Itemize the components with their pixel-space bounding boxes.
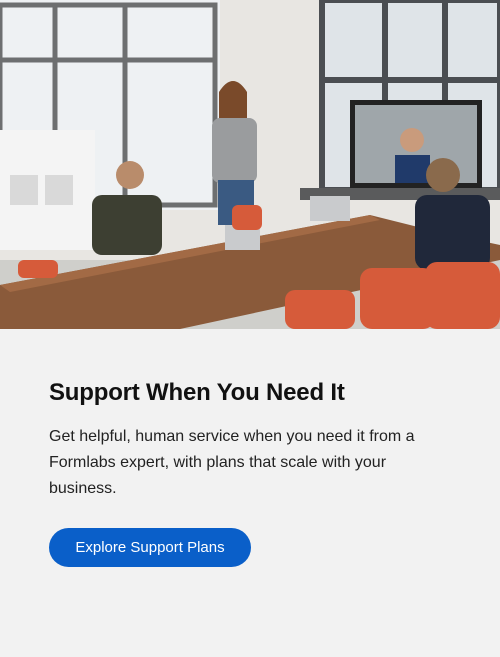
meeting-room-photo	[0, 0, 500, 329]
support-card: Support When You Need It Get helpful, hu…	[0, 329, 500, 657]
card-description: Get helpful, human service when you need…	[49, 428, 415, 497]
card-title: Support When You Need It	[49, 379, 345, 406]
hero-image	[0, 0, 500, 329]
explore-support-plans-button[interactable]: Explore Support Plans	[49, 528, 251, 567]
